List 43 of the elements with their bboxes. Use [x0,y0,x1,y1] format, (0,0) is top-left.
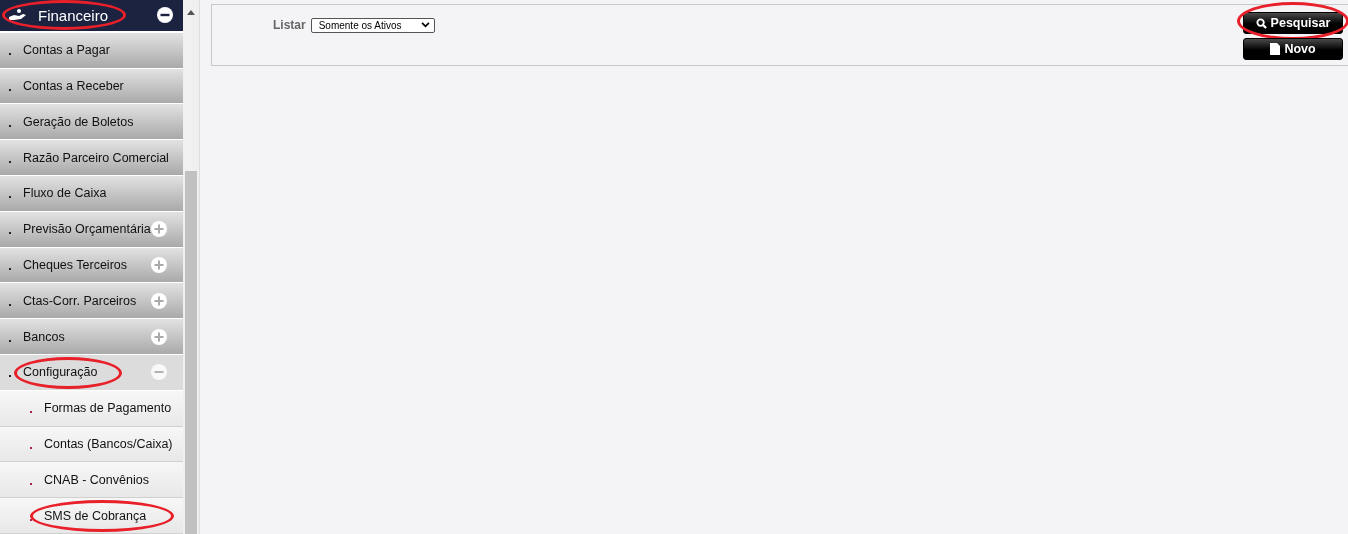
menu-item[interactable]: Previsão Orçamentária [0,211,184,248]
search-button[interactable]: Pesquisar [1243,12,1343,34]
menu-item[interactable]: Geração de Boletos [0,104,184,141]
submenu-item[interactable]: SMS de Cobrança [0,498,184,534]
menu-item[interactable]: Cheques Terceiros [0,247,184,284]
menu-item-label: Bancos [23,329,66,344]
collapse-icon[interactable] [157,7,174,24]
menu-item[interactable]: Contas a Receber [0,68,184,105]
new-button[interactable]: Novo [1243,38,1343,60]
menu-header[interactable]: Financeiro [0,0,184,33]
status-dropdown[interactable]: Somente os Ativos [310,17,435,33]
filter-label: Listar [273,18,306,32]
hand-icon [8,8,28,23]
expand-icon[interactable] [151,328,168,345]
scroll-up-icon[interactable] [187,10,196,15]
submenu-item-label: Contas (Bancos/Caixa) [44,437,173,451]
search-icon [1255,17,1267,29]
submenu-item-label: Formas de Pagamento [44,401,172,416]
menu-item[interactable]: Configuração [0,355,184,391]
document-icon [1270,43,1281,55]
expand-icon[interactable] [151,221,168,238]
menu-item[interactable]: Ctas-Corr. Parceiros [0,283,184,320]
menu-title: Financeiro [38,6,110,24]
menu-item[interactable]: Bancos [0,319,184,355]
scrollbar[interactable] [183,0,199,534]
menu-item-label: Contas a Receber [23,79,125,93]
menu-item[interactable]: Razão Parceiro Comercial [0,140,184,176]
menu-item-label: Ctas-Corr. Parceiros [23,293,138,308]
menu-item[interactable]: Contas a Pagar [0,32,184,69]
chevron-down-icon [420,22,430,28]
menu-item-label: Geração de Boletos [23,114,135,129]
menu-item-label: Contas a Pagar [23,43,111,58]
expand-icon[interactable] [151,257,168,273]
menu-item-label: Fluxo de Caixa [23,186,108,201]
scrollbar-thumb[interactable] [185,171,198,534]
menu-item-label: Previsão Orçamentária [23,222,152,237]
menu-item[interactable]: Fluxo de Caixa [0,176,184,212]
menu-item-label: Razão Parceiro Comercial [23,150,170,165]
submenu-item-label: CNAB - Convênios [44,472,149,487]
expand-icon[interactable] [151,292,168,309]
menu-item-label: Cheques Terceiros [23,258,128,272]
submenu-item-label: SMS de Cobrança [44,508,147,523]
menu-item-label: Configuração [23,365,99,380]
